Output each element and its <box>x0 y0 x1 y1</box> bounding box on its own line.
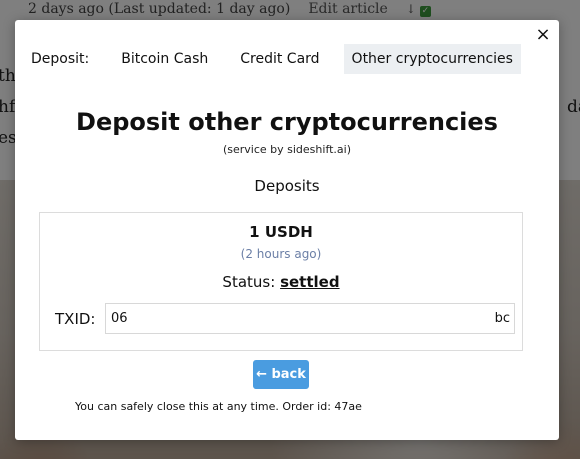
txid-value-end: bc <box>494 311 510 326</box>
tab-credit-card[interactable]: Credit Card <box>232 44 327 74</box>
deposit-tabs: Deposit: Bitcoin Cash Credit Card Other … <box>23 44 521 74</box>
deposit-card: 1 USDH (2 hours ago) Status: settled TXI… <box>39 212 523 351</box>
tab-bitcoin-cash[interactable]: Bitcoin Cash <box>113 44 216 74</box>
deposit-time: (2 hours ago) <box>240 247 322 261</box>
deposit-status: Status: settled <box>40 273 522 291</box>
tab-other-cryptocurrencies[interactable]: Other cryptocurrencies <box>343 44 521 74</box>
service-credit: (service by sideshift.ai) <box>222 143 352 156</box>
status-label: Status: <box>222 273 276 291</box>
txid-value-start: 06 <box>111 311 128 326</box>
deposit-tabs-label: Deposit: <box>31 51 90 67</box>
close-icon[interactable]: × <box>535 26 551 44</box>
txid-label: TXID: <box>55 309 96 328</box>
txid-row: TXID: 06 bc <box>55 303 515 334</box>
modal-title: Deposit other cryptocurrencies <box>76 108 498 136</box>
back-button[interactable]: ← back <box>253 360 309 389</box>
status-value[interactable]: settled <box>280 273 340 291</box>
deposit-modal: × Deposit: Bitcoin Cash Credit Card Othe… <box>15 20 559 440</box>
deposit-amount: 1 USDH <box>249 223 313 241</box>
footer-note: You can safely close this at any time. O… <box>75 400 362 413</box>
txid-field[interactable]: 06 bc <box>105 303 515 334</box>
deposits-heading: Deposits <box>254 177 320 195</box>
